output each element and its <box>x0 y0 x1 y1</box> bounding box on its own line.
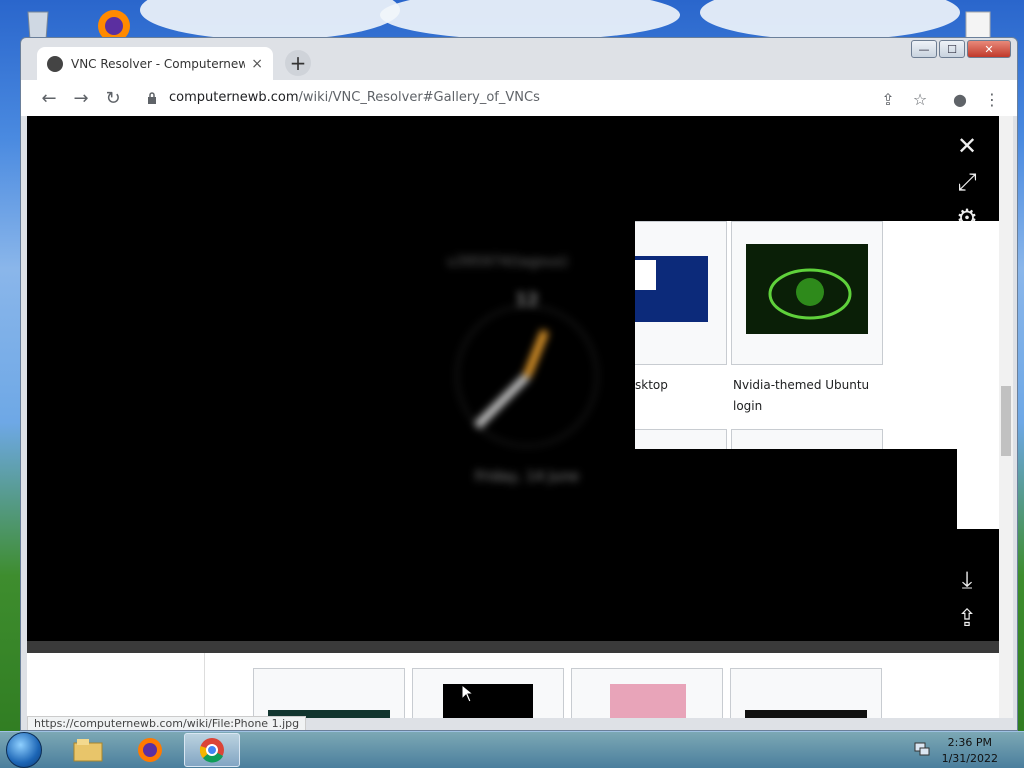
gallery-card[interactable] <box>635 221 727 365</box>
lightbox-download-icon[interactable]: ⤓ <box>953 566 981 594</box>
system-clock[interactable]: 2:36 PM 1/31/2022 <box>942 735 998 767</box>
phone-date: Friday, 14 June <box>475 469 579 485</box>
menu-kebab-icon[interactable]: ⋮ <box>981 88 1003 110</box>
bookmark-star-icon[interactable]: ☆ <box>909 88 931 110</box>
gallery-card[interactable] <box>731 429 883 449</box>
phone-clock-number: 12 <box>516 290 539 311</box>
page-content: u395974(tagous) 12 Friday, 14 June ✕ ⤢ ⚙… <box>27 116 999 718</box>
phone-screenshot-image[interactable]: u395974(tagous) 12 Friday, 14 June <box>427 236 627 556</box>
cloud <box>700 0 960 40</box>
thumbnail-card[interactable] <box>253 668 405 718</box>
url-path: /wiki/VNC_Resolver#Gallery_of_VNCs <box>298 90 540 105</box>
gallery-grid: sktop Nvidia-themed Ubuntu login <box>635 221 999 449</box>
cloud <box>380 0 680 40</box>
gallery-caption[interactable]: sktop <box>635 375 668 396</box>
gallery-card[interactable] <box>635 429 727 449</box>
firefox-icon[interactable] <box>122 733 178 767</box>
taskbar: 2:36 PM 1/31/2022 <box>0 731 1024 768</box>
caption-line: login <box>733 399 763 413</box>
tab-vnc-resolver[interactable]: VNC Resolver - Computernewb W × <box>37 47 273 80</box>
gallery-overflow <box>957 449 999 529</box>
thumbnail-card[interactable] <box>571 668 723 718</box>
lightbox-bottom-strip <box>27 641 999 653</box>
new-tab-button[interactable]: + <box>285 50 311 76</box>
chrome-icon[interactable] <box>184 733 240 767</box>
cloud <box>140 0 400 40</box>
gallery-thumbnail <box>635 256 708 322</box>
page-scrollbar[interactable] <box>999 116 1013 718</box>
network-icon[interactable] <box>914 742 930 756</box>
gallery-thumbnail <box>746 244 868 334</box>
lightbox-close-button[interactable]: ✕ <box>953 132 981 160</box>
sidebar-column <box>27 653 205 718</box>
start-button[interactable] <box>6 732 42 768</box>
svg-text:u395974(tagous): u395974(tagous) <box>447 254 568 270</box>
browser-toolbar: ← → ↻ computernewb.com/wiki/VNC_Resolver… <box>21 80 1017 116</box>
scrollbar-thumb[interactable] <box>1001 386 1011 456</box>
site-favicon-icon <box>47 55 63 72</box>
lightbox-share-icon[interactable]: ⇪ <box>953 604 981 632</box>
maximize-button[interactable]: ☐ <box>939 40 965 58</box>
thumbnail-card[interactable] <box>730 668 882 718</box>
back-button[interactable]: ← <box>37 86 61 110</box>
caption-line: Nvidia-themed Ubuntu <box>733 378 870 392</box>
gallery-card[interactable] <box>731 221 883 365</box>
thumbnail-card[interactable] <box>412 668 564 718</box>
minimize-button[interactable]: — <box>911 40 937 58</box>
browser-window: — ☐ ✕ VNC Resolver - Computernewb W × + … <box>20 37 1018 731</box>
address-bar[interactable]: computernewb.com/wiki/VNC_Resolver#Galle… <box>169 90 540 105</box>
file-explorer-icon[interactable] <box>60 733 116 767</box>
status-bar-link: https://computernewb.com/wiki/File:Phone… <box>27 716 307 730</box>
tab-title: VNC Resolver - Computernewb W <box>71 56 245 71</box>
lock-icon[interactable] <box>147 92 157 104</box>
mouse-cursor-icon <box>462 685 474 703</box>
window-controls: — ☐ ✕ <box>911 40 1011 58</box>
share-icon[interactable]: ⇪ <box>877 88 899 110</box>
forward-button[interactable]: → <box>69 86 93 110</box>
profile-icon[interactable]: ● <box>949 88 971 110</box>
close-window-button[interactable]: ✕ <box>967 40 1011 58</box>
lightbox-expand-icon[interactable]: ⤢ <box>953 168 981 196</box>
url-host: computernewb.com <box>169 90 299 105</box>
reload-button[interactable]: ↻ <box>101 86 125 110</box>
clock-time: 2:36 PM <box>947 736 992 749</box>
clock-date: 1/31/2022 <box>941 752 998 765</box>
gallery-caption[interactable]: Nvidia-themed Ubuntu login <box>733 375 869 417</box>
tab-close-icon[interactable]: × <box>251 56 263 72</box>
